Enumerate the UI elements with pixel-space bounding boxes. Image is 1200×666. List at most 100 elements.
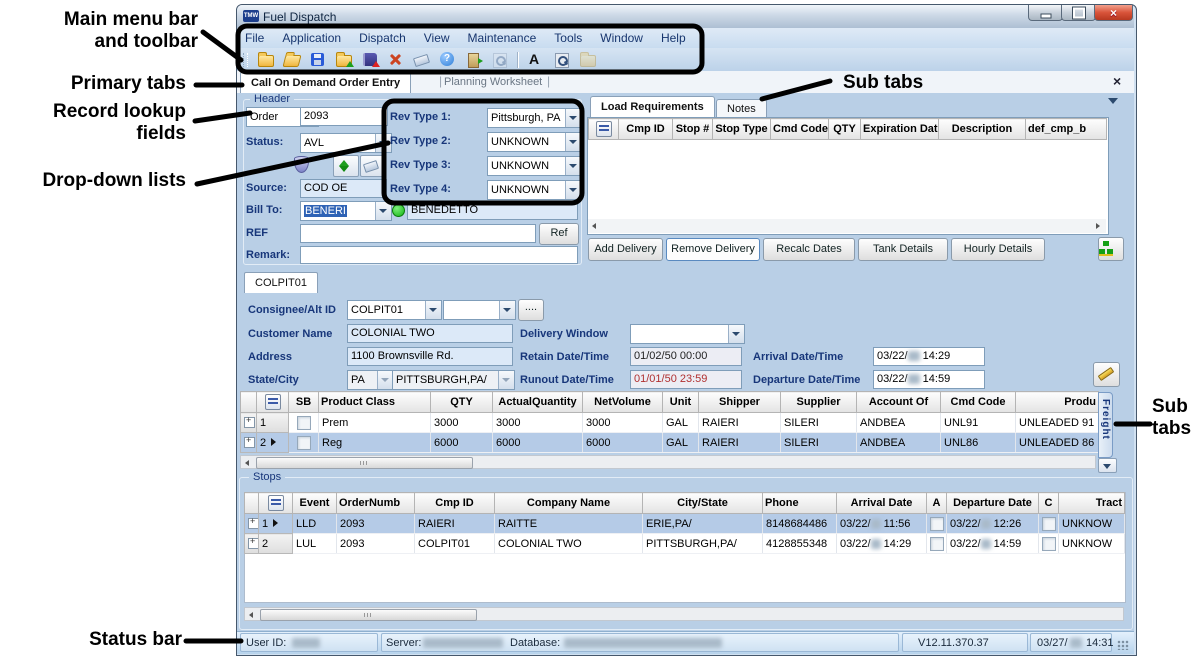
minimize-button[interactable] [1028,5,1063,21]
sb-checkbox[interactable] [297,416,311,430]
state-combo[interactable]: PA [347,370,394,390]
col-event[interactable]: Event [293,493,337,514]
col-company-name[interactable]: Company Name [495,493,643,514]
tab-colpit01[interactable]: COLPIT01 [244,272,318,293]
col-city-state[interactable]: City/State [643,493,763,514]
col-stop-num[interactable]: Stop # [673,119,713,140]
rev-type-3-combo[interactable]: UNKNOWN [487,156,582,176]
expand-icon[interactable] [248,538,259,549]
collapse-chevron-icon[interactable] [1108,98,1118,104]
col-shipper[interactable]: Shipper [699,392,781,413]
tank-details-button[interactable]: Tank Details [858,238,948,261]
col-account-of[interactable]: Account Of [857,392,941,413]
stop-row[interactable]: 1 LLD 2093 RAIERI RAITTE ERIE,PA/ 814868… [245,514,1125,534]
menu-application[interactable]: Application [282,31,341,45]
menu-help[interactable]: Help [661,31,686,45]
rev-type-1-combo[interactable]: Pittsburgh, PA [487,108,582,128]
scroll-left-icon[interactable] [245,460,249,466]
sort-icon[interactable] [596,121,612,137]
col-description[interactable]: Description [939,119,1026,140]
consignee-combo[interactable]: COLPIT01 [347,300,442,320]
chevron-down-icon[interactable] [565,133,581,151]
signature-button[interactable] [1093,362,1120,387]
sort-icon[interactable] [265,394,281,410]
col-arrival-date[interactable]: Arrival Date [837,493,927,514]
menu-view[interactable]: View [424,31,450,45]
font-icon[interactable]: A [527,51,544,68]
expand-icon[interactable] [244,417,255,428]
stop-row[interactable]: 2 LUL 2093 COLPIT01 COLONIAL TWO PITTSBU… [245,534,1125,554]
clear-button[interactable] [360,155,384,177]
open-folder-icon[interactable] [283,51,300,68]
col-phone[interactable]: Phone [763,493,837,514]
chevron-down-icon[interactable] [377,371,393,389]
ref-button[interactable]: Ref [539,223,579,245]
close-button[interactable]: × [1094,5,1133,21]
maximize-button[interactable] [1061,5,1096,21]
exit-icon[interactable] [465,51,482,68]
stops-hscrollbar[interactable] [244,607,1124,621]
c-checkbox[interactable] [1042,537,1056,551]
menu-window[interactable]: Window [600,31,643,45]
col-cmp-id[interactable]: Cmp ID [415,493,495,514]
col-product[interactable]: Produ [1016,392,1099,413]
eraser-icon[interactable] [413,51,430,68]
address-book-icon[interactable] [361,51,378,68]
lookup-dots-button[interactable]: .... [518,299,544,321]
col-ordernumb[interactable]: OrderNumb [337,493,415,514]
col-expiration-date[interactable]: Expiration Date [861,119,939,140]
col-qty[interactable]: QTY [431,392,493,413]
scrollbar-thumb[interactable] [260,609,477,621]
departure-field[interactable]: 03/22/ 14:59 [873,370,985,389]
lr-hscrollbar[interactable] [588,219,1106,233]
col-actual-quantity[interactable]: ActualQuantity [493,392,583,413]
col-c[interactable]: C [1039,493,1059,514]
product-row[interactable]: 1 Prem 3000 3000 3000 GAL RAIERI SILERI … [241,413,1099,433]
col-cmd-code[interactable]: Cmd Code [941,392,1016,413]
scroll-right-icon[interactable] [1096,223,1100,229]
rev-type-2-combo[interactable]: UNKNOWN [487,132,582,152]
menu-file[interactable]: File [245,31,264,45]
chevron-down-icon[interactable] [565,109,581,127]
chevron-down-icon[interactable] [425,301,441,319]
chevron-down-icon[interactable] [375,134,391,152]
resize-grip[interactable] [1117,640,1129,650]
ref-input[interactable] [300,224,536,243]
tab-call-on-demand-order-entry[interactable]: Call On Demand Order Entry [240,72,411,93]
sort-icon[interactable] [268,495,284,511]
preview-icon[interactable] [553,51,570,68]
chevron-down-icon[interactable] [565,181,581,199]
col-supplier[interactable]: Supplier [781,392,857,413]
order-number-input[interactable]: 2093 [300,107,388,126]
col-tractor[interactable]: Tract [1059,493,1125,514]
products-hscrollbar[interactable] [240,455,1096,469]
chevron-down-icon[interactable] [565,157,581,175]
a-checkbox[interactable] [930,537,944,551]
sb-checkbox[interactable] [297,436,311,450]
help-icon[interactable]: ? [439,51,456,68]
chevron-down-icon[interactable] [498,371,514,389]
alt-id-combo[interactable] [443,300,516,320]
col-product-class[interactable]: Product Class [319,392,431,413]
col-stop-type[interactable]: Stop Type [713,119,771,140]
new-folder-icon[interactable] [257,51,274,68]
delivery-window-combo[interactable] [630,324,745,344]
scrollbar-thumb[interactable] [256,457,473,469]
scroll-left-icon[interactable] [249,612,253,618]
tab-close-icon[interactable]: × [1113,74,1121,88]
expand-icon[interactable] [248,518,259,529]
col-departure-date[interactable]: Departure Date [947,493,1039,514]
rev-type-4-combo[interactable]: UNKNOWN [487,180,582,200]
refresh-button[interactable] [333,155,359,177]
freight-more-button[interactable] [1098,458,1117,473]
chevron-down-icon[interactable] [375,202,391,220]
product-row[interactable]: 2 Reg 6000 6000 6000 GAL RAIERI SILERI A… [241,433,1099,453]
menu-dispatch[interactable]: Dispatch [359,31,406,45]
tab-notes[interactable]: Notes [716,99,767,118]
col-sb[interactable]: SB [289,392,319,413]
folder-refresh-icon[interactable] [335,51,352,68]
col-unit[interactable]: Unit [663,392,699,413]
col-def-cmp-b[interactable]: def_cmp_b [1026,119,1107,140]
col-cmd-code[interactable]: Cmd Code [771,119,829,140]
col-qty[interactable]: QTY [829,119,861,140]
